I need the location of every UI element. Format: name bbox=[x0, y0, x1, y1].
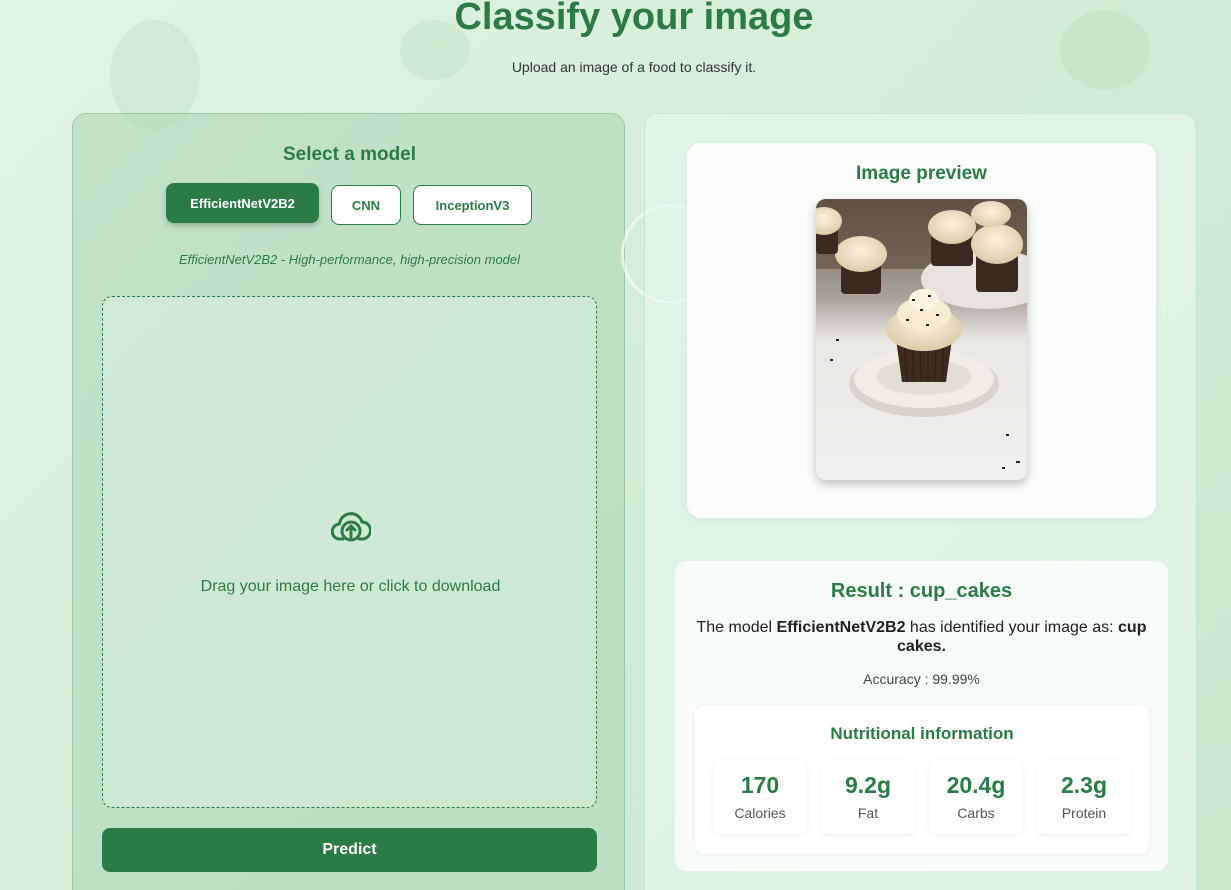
nutrition-label: Protein bbox=[1061, 805, 1107, 821]
image-preview-card: Image preview bbox=[687, 143, 1156, 518]
preview-image bbox=[816, 199, 1027, 480]
model-option-cnn[interactable]: CNN bbox=[331, 185, 401, 225]
upload-panel: Select a model EfficientNetV2B2 CNN Ince… bbox=[72, 113, 721, 890]
nutrition-label: Fat bbox=[857, 805, 879, 821]
image-dropzone[interactable]: Drag your image here or click to downloa… bbox=[102, 296, 597, 808]
model-option-efficientnetv2b2[interactable]: EfficientNetV2B2 bbox=[166, 183, 319, 223]
nutrition-value: 20.4g bbox=[946, 772, 1006, 798]
model-option-inceptionv3[interactable]: InceptionV3 bbox=[413, 185, 532, 225]
accuracy-text: Accuracy : 99.99% bbox=[863, 671, 980, 687]
result-card: Result : cup_cakes The model EfficientNe… bbox=[675, 561, 1168, 871]
nutrition-value: 2.3g bbox=[1060, 772, 1108, 798]
nutrition-value: 170 bbox=[740, 772, 780, 798]
nutrition-item-protein: 2.3g Protein bbox=[1037, 760, 1131, 834]
nutrition-label: Calories bbox=[734, 805, 786, 821]
nutrition-item-carbs: 20.4g Carbs bbox=[929, 760, 1023, 834]
cloud-upload-icon bbox=[331, 512, 371, 542]
result-panel: Image preview Result: cup_cakes The mod… bbox=[644, 113, 1197, 890]
nutrition-item-fat: 9.2g Fat bbox=[821, 760, 915, 834]
result-text-middle: has identified your image as: bbox=[905, 619, 1119, 636]
model-select-title: Select a model bbox=[282, 144, 417, 165]
result-text-prefix: The model bbox=[696, 619, 777, 636]
nutrition-label: Carbs bbox=[957, 805, 995, 821]
page-subtitle: Upload an image of a food to classify it… bbox=[511, 59, 757, 75]
nutrition-item-calories: 170 Calories bbox=[713, 760, 807, 834]
preview-title: Image preview bbox=[856, 163, 987, 184]
result-model-name: EfficientNetV2B2 bbox=[776, 619, 906, 636]
nutrition-card: Nutritional information 170 Calories 9.2… bbox=[695, 705, 1149, 854]
nutrition-title: Nutritional information bbox=[830, 724, 1014, 743]
cupcake-photo bbox=[816, 199, 1027, 480]
result-title: Result : cup_cakes bbox=[830, 580, 1013, 602]
model-description: EfficientNetV2B2 - High-performance, hig… bbox=[178, 252, 521, 267]
result-text: The model EfficientNetV2B2 has identifie… bbox=[695, 618, 1148, 656]
nutrition-value: 9.2g bbox=[844, 772, 892, 798]
dropzone-text: Drag your image here or click to downloa… bbox=[200, 578, 501, 595]
predict-button[interactable]: Predict bbox=[102, 828, 597, 872]
page-title: Classify your image bbox=[454, 0, 814, 38]
